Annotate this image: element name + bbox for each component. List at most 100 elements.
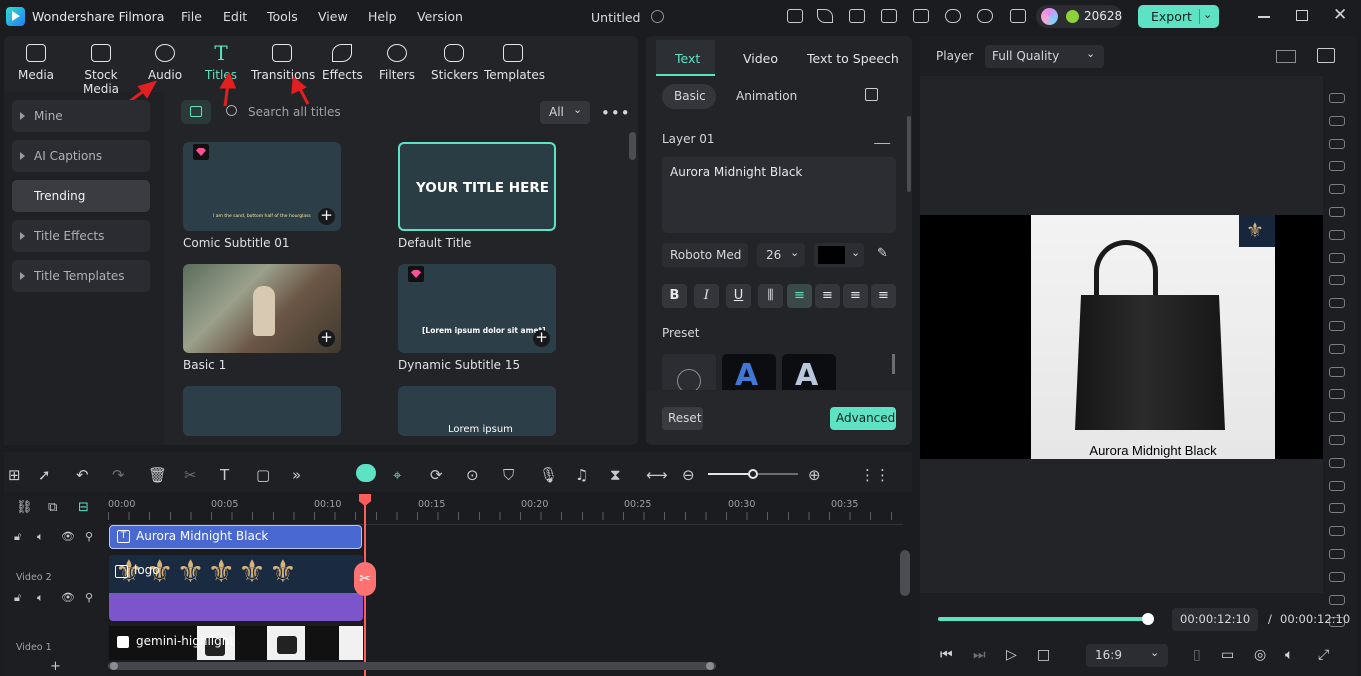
crop-icon[interactable]: ▢ bbox=[256, 466, 270, 484]
tab-filters[interactable]: Filters bbox=[379, 44, 415, 82]
audio-mix-icon[interactable]: ♫ bbox=[575, 466, 588, 484]
preset-style-1[interactable]: A bbox=[722, 354, 776, 390]
magic-icon[interactable]: ⚲ bbox=[85, 530, 93, 543]
maximize-icon[interactable] bbox=[1296, 10, 1308, 21]
menu-view[interactable]: View bbox=[318, 9, 348, 24]
speaker-icon[interactable]: 🔈︎ bbox=[37, 591, 44, 605]
align-center-icon[interactable]: ≡ bbox=[815, 284, 840, 308]
library-scrollbar[interactable] bbox=[629, 132, 636, 160]
zoom-out-icon[interactable]: ⊖ bbox=[682, 466, 695, 484]
keyboard-icon[interactable] bbox=[881, 9, 897, 23]
aspect-ratio-dropdown[interactable]: 16:9 ⌄ bbox=[1086, 644, 1168, 667]
title-clip[interactable]: T Aurora Midnight Black bbox=[109, 525, 362, 549]
align-right-icon[interactable]: ≡ bbox=[843, 284, 868, 308]
eyedropper-icon[interactable]: ✎ bbox=[877, 246, 888, 261]
select-tool-icon[interactable]: ➚ bbox=[38, 466, 51, 484]
apps-grid-icon[interactable] bbox=[1010, 9, 1026, 23]
magic-icon[interactable]: ⚲ bbox=[85, 591, 93, 604]
menu-edit[interactable]: Edit bbox=[223, 9, 247, 24]
sidebar-item-title-effects[interactable]: Title Effects bbox=[12, 220, 150, 252]
lock-icon[interactable]: 🔓︎ bbox=[14, 530, 21, 544]
title-card-default-title[interactable]: YOUR TITLE HERE bbox=[398, 142, 556, 231]
add-icon[interactable]: + bbox=[533, 330, 550, 347]
preset-none[interactable] bbox=[662, 354, 716, 390]
undo-icon[interactable]: ↶ bbox=[76, 466, 89, 484]
menu-version[interactable]: Version bbox=[417, 9, 463, 24]
add-track-icon[interactable]: + bbox=[50, 659, 61, 674]
ai-title-button[interactable] bbox=[181, 100, 211, 124]
snapshot-icon[interactable]: ◎ bbox=[1254, 647, 1266, 663]
preset-scrollbar[interactable] bbox=[892, 354, 895, 374]
layout-grid-icon[interactable]: ⊞ bbox=[8, 466, 21, 484]
video-clip[interactable]: gemini-highlight bbox=[109, 626, 363, 660]
italic-button[interactable]: I bbox=[694, 284, 719, 308]
zoom-handle[interactable] bbox=[748, 469, 758, 479]
quality-dropdown[interactable]: Full Quality ⌄ bbox=[985, 45, 1104, 68]
previous-frame-icon[interactable]: ⏮ bbox=[940, 647, 953, 663]
sidebar-item-trending[interactable]: Trending bbox=[12, 180, 150, 212]
text-tool-icon[interactable]: T bbox=[220, 466, 229, 484]
tab-video[interactable]: Video bbox=[743, 51, 778, 66]
play-icon[interactable]: ▷ bbox=[1006, 647, 1017, 663]
eye-icon[interactable]: 👁︎ bbox=[61, 530, 75, 543]
chevron-down-icon[interactable]: ⌄ bbox=[1203, 8, 1212, 21]
timeline-vertical-scrollbar[interactable] bbox=[900, 550, 910, 596]
tab-stickers[interactable]: Stickers bbox=[431, 44, 478, 82]
minimize-icon[interactable] bbox=[1258, 16, 1270, 18]
menu-tools[interactable]: Tools bbox=[267, 9, 298, 24]
save-icon[interactable] bbox=[913, 9, 929, 23]
subtab-animation[interactable]: Animation bbox=[736, 89, 797, 103]
compare-view-icon[interactable] bbox=[1276, 50, 1296, 63]
current-time[interactable]: 00:00:12:10 bbox=[1172, 608, 1258, 631]
next-frame-icon[interactable]: ⏭ bbox=[973, 647, 986, 663]
tab-text-to-speech[interactable]: Text to Speech bbox=[807, 51, 899, 66]
title-card[interactable] bbox=[183, 386, 341, 436]
menu-help[interactable]: Help bbox=[368, 9, 397, 24]
menu-file[interactable]: File bbox=[181, 9, 202, 24]
more-tools-icon[interactable]: » bbox=[292, 466, 301, 484]
sidebar-item-mine[interactable]: Mine bbox=[12, 100, 150, 132]
reset-button[interactable]: Reset bbox=[662, 407, 703, 430]
split-icon[interactable]: ✂ bbox=[184, 466, 197, 484]
speaker-icon[interactable]: 🔈︎ bbox=[37, 530, 44, 544]
advanced-button[interactable]: Advanced bbox=[830, 407, 896, 430]
tab-text[interactable]: Text bbox=[675, 51, 700, 66]
sidebar-item-title-templates[interactable]: Title Templates bbox=[12, 260, 150, 292]
sidebar-item-ai-captions[interactable]: AI Captions bbox=[12, 140, 150, 172]
search-input[interactable]: Search all titles bbox=[248, 105, 341, 119]
preset-style-2[interactable]: A bbox=[782, 354, 836, 390]
mask-icon[interactable]: ⛉ bbox=[503, 466, 514, 484]
add-icon[interactable]: + bbox=[318, 330, 335, 347]
properties-scrollbar[interactable] bbox=[907, 116, 911, 192]
align-left-icon[interactable]: ≡ bbox=[787, 284, 812, 308]
progress-handle[interactable] bbox=[1142, 613, 1154, 625]
delete-icon[interactable]: 🗑︎ bbox=[148, 466, 167, 484]
text-content-field[interactable]: Aurora Midnight Black bbox=[662, 157, 896, 233]
stop-icon[interactable]: □ bbox=[1037, 647, 1050, 663]
scissors-icon[interactable]: ✂ bbox=[354, 562, 376, 596]
tab-media[interactable]: Media bbox=[16, 44, 56, 82]
track-manager-icon[interactable]: ⊟ bbox=[78, 500, 89, 515]
title-card-basic-1[interactable]: + bbox=[183, 264, 341, 353]
title-card-dynamic-subtitle-15[interactable]: [Lorem ipsum dolor sit amet] + bbox=[398, 264, 556, 353]
redo-icon[interactable]: ↷ bbox=[112, 466, 125, 484]
font-size-dropdown[interactable]: 26 ⌄ bbox=[757, 243, 805, 267]
mark-icon[interactable]: ▯ bbox=[1193, 647, 1201, 663]
title-card[interactable]: Lorem ipsum bbox=[398, 386, 556, 436]
view-options-icon[interactable]: ⋮⋮ bbox=[860, 466, 890, 484]
justify-icon[interactable]: ≡ bbox=[871, 284, 896, 308]
cloud-upload-icon[interactable] bbox=[945, 9, 961, 23]
lock-icon[interactable]: 🔓︎ bbox=[14, 591, 21, 605]
more-options-icon[interactable]: ••• bbox=[601, 104, 631, 122]
support-headset-icon[interactable] bbox=[977, 9, 993, 23]
zoom-slider[interactable] bbox=[708, 469, 798, 479]
snap-icon[interactable]: ⧉ bbox=[48, 500, 57, 515]
close-icon[interactable]: ✕ bbox=[1333, 5, 1347, 25]
fullscreen-icon[interactable]: ⤢ bbox=[1318, 647, 1329, 663]
playback-progress[interactable] bbox=[938, 617, 1148, 621]
volume-icon[interactable]: 🔈︎ bbox=[1285, 647, 1293, 663]
gift-icon[interactable] bbox=[787, 9, 803, 23]
zoom-in-icon[interactable]: ⊕ bbox=[808, 466, 821, 484]
auto-reframe-icon[interactable]: ⟳ bbox=[430, 466, 443, 484]
credits-badge[interactable]: 20628 bbox=[1036, 5, 1122, 28]
